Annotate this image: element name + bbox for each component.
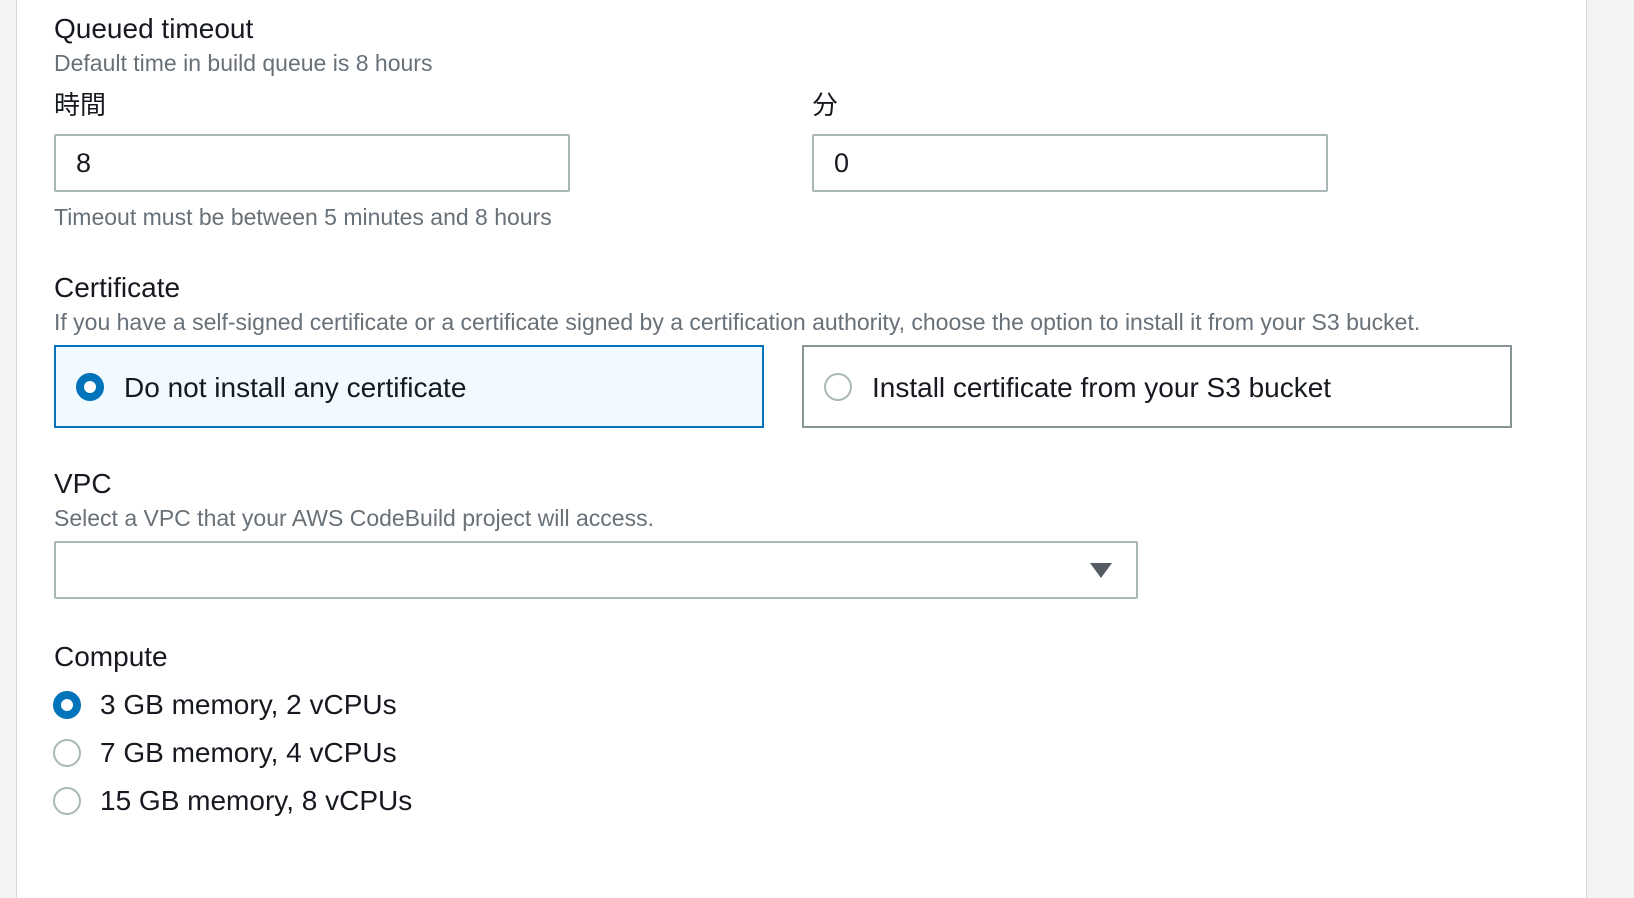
compute-option-7gb-label[interactable]: 7 GB memory, 4 vCPUs: [100, 736, 397, 770]
radio-no-certificate[interactable]: [76, 373, 104, 401]
tile-no-certificate-label: Do not install any certificate: [124, 372, 467, 403]
certificate-label: Certificate: [54, 272, 181, 303]
compute-option-15gb-label[interactable]: 15 GB memory, 8 vCPUs: [100, 784, 412, 818]
radio-compute-15gb[interactable]: [53, 787, 81, 815]
radio-compute-3gb[interactable]: [53, 691, 81, 719]
vpc-select[interactable]: [54, 541, 1138, 599]
queued-timeout-description: Default time in build queue is 8 hours: [54, 50, 433, 76]
compute-label: Compute: [54, 641, 168, 672]
timeout-constraint-text: Timeout must be between 5 minutes and 8 …: [54, 204, 552, 230]
vpc-description: Select a VPC that your AWS CodeBuild pro…: [54, 505, 654, 531]
caret-down-icon: [1090, 563, 1112, 578]
queued-timeout-label: Queued timeout: [54, 13, 254, 44]
radio-compute-7gb[interactable]: [53, 739, 81, 767]
minutes-label: 分: [812, 90, 839, 120]
tile-s3-certificate-label: Install certificate from your S3 bucket: [872, 372, 1332, 403]
tile-no-certificate[interactable]: Do not install any certificate: [54, 345, 764, 428]
radio-s3-certificate[interactable]: [824, 373, 852, 401]
minutes-input[interactable]: [812, 134, 1328, 192]
hours-input[interactable]: [54, 134, 570, 192]
certificate-description: If you have a self-signed certificate or…: [54, 309, 1421, 335]
compute-option-3gb-label[interactable]: 3 GB memory, 2 vCPUs: [100, 688, 397, 722]
vpc-label: VPC: [54, 468, 112, 499]
hours-label: 時間: [54, 90, 107, 120]
tile-s3-certificate[interactable]: Install certificate from your S3 bucket: [802, 345, 1512, 428]
